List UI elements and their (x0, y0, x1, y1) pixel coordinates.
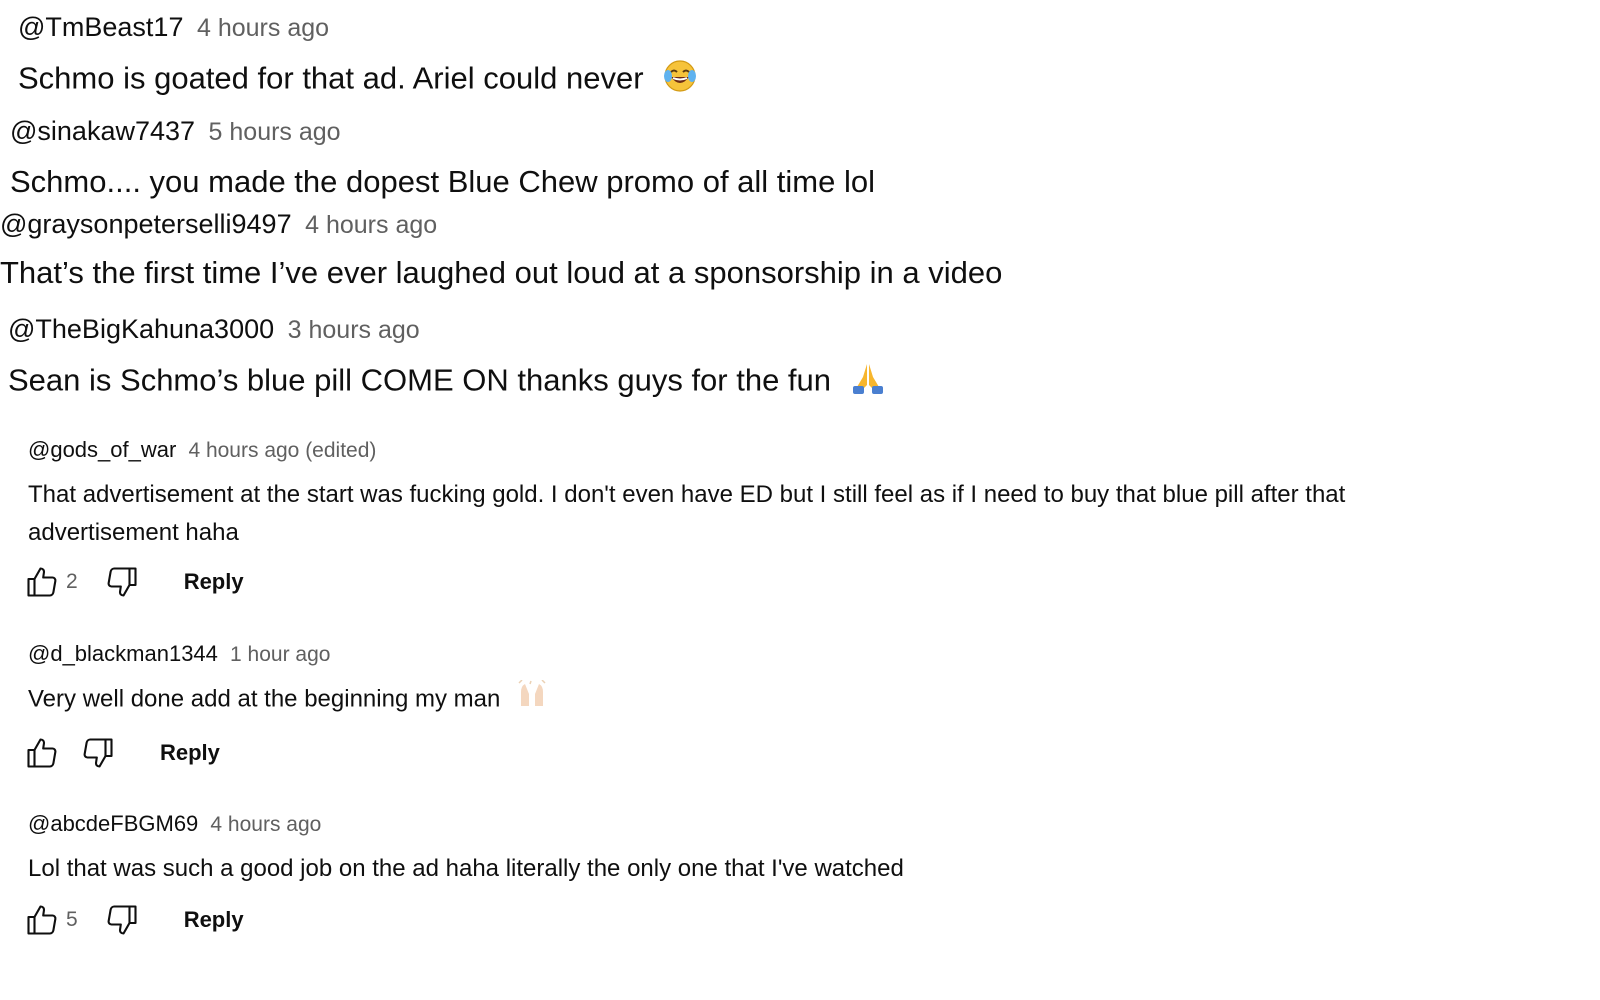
thumbs-down-icon (107, 567, 137, 597)
dislike-button[interactable] (78, 733, 118, 773)
comment-time[interactable]: 1 hour ago (230, 643, 330, 666)
comment-time[interactable]: 4 hours ago (305, 211, 437, 239)
comment-time[interactable]: 4 hours ago (edited) (188, 439, 376, 462)
reply-button[interactable]: Reply (160, 740, 220, 766)
like-count: 2 (66, 570, 78, 593)
comment-text: Lol that was such a good job on the ad h… (28, 855, 904, 882)
comment-actions: 5 Reply (22, 900, 244, 940)
comment-text: That advertisement at the start was fuck… (28, 481, 1346, 546)
thumbs-up-icon (27, 905, 57, 935)
raising-hands-emoji-icon (517, 679, 547, 720)
comment-time[interactable]: 5 hours ago (209, 118, 341, 146)
comment-time[interactable]: 4 hours ago (210, 813, 321, 836)
dislike-button[interactable] (102, 900, 142, 940)
comment-text-content: Very well done add at the beginning my m… (28, 685, 501, 713)
comment-text: Very well done add at the beginning my m… (28, 679, 1468, 720)
thumbs-down-icon (107, 905, 137, 935)
comment-text: Sean is Schmo’s blue pill COME ON thanks… (8, 361, 886, 403)
comment-author[interactable]: @graysonpeterselli9497 (0, 209, 292, 239)
thumbs-up-icon (27, 567, 57, 597)
comment-author[interactable]: @sinakaw7437 (10, 116, 195, 146)
like-count: 5 (66, 908, 78, 931)
comment-time[interactable]: 3 hours ago (288, 316, 420, 344)
comment-text: Schmo is goated for that ad. Ariel could… (18, 59, 698, 101)
dislike-button[interactable] (102, 562, 142, 602)
comment-author[interactable]: @TheBigKahuna3000 (8, 314, 274, 344)
comment-actions: Reply (22, 733, 220, 773)
comment-actions: 2 Reply (22, 562, 244, 602)
comment-top-3: @graysonpeterselli9497 4 hours ago That’… (0, 211, 1002, 291)
like-button[interactable] (22, 900, 62, 940)
comment-author[interactable]: @TmBeast17 (18, 12, 183, 42)
comment-text: That’s the first time I’ve ever laughed … (0, 255, 1003, 290)
comment-author[interactable]: @d_blackman1344 (28, 641, 218, 666)
comment-text-content: Schmo is goated for that ad. Ariel could… (18, 60, 644, 96)
folded-hands-emoji-icon (850, 361, 886, 403)
comment-text-content: Sean is Schmo’s blue pill COME ON thanks… (8, 362, 832, 398)
comment-top-2: @sinakaw7437 5 hours ago Schmo.... you m… (10, 118, 875, 200)
comment-top-4: @TheBigKahuna3000 3 hours ago Sean is Sc… (8, 316, 886, 403)
comment-reply-3: @abcdeFBGM69 4 hours ago Lol that was su… (28, 813, 1468, 888)
comment-time[interactable]: 4 hours ago (197, 14, 329, 42)
comment-author[interactable]: @abcdeFBGM69 (28, 811, 198, 836)
laughing-tears-emoji-icon (662, 59, 698, 101)
reply-button[interactable]: Reply (184, 569, 244, 595)
comment-author[interactable]: @gods_of_war (28, 437, 176, 462)
comment-reply-1: @gods_of_war 4 hours ago (edited) That a… (28, 439, 1468, 552)
thumbs-up-icon (27, 738, 57, 768)
comment-text: Schmo.... you made the dopest Blue Chew … (10, 164, 875, 199)
comment-reply-2: @d_blackman1344 1 hour ago Very well don… (28, 643, 1468, 720)
thumbs-down-icon (83, 738, 113, 768)
reply-button[interactable]: Reply (184, 907, 244, 933)
like-button[interactable] (22, 733, 62, 773)
comment-top-1: @TmBeast17 4 hours ago Schmo is goated f… (18, 14, 698, 101)
like-button[interactable] (22, 562, 62, 602)
